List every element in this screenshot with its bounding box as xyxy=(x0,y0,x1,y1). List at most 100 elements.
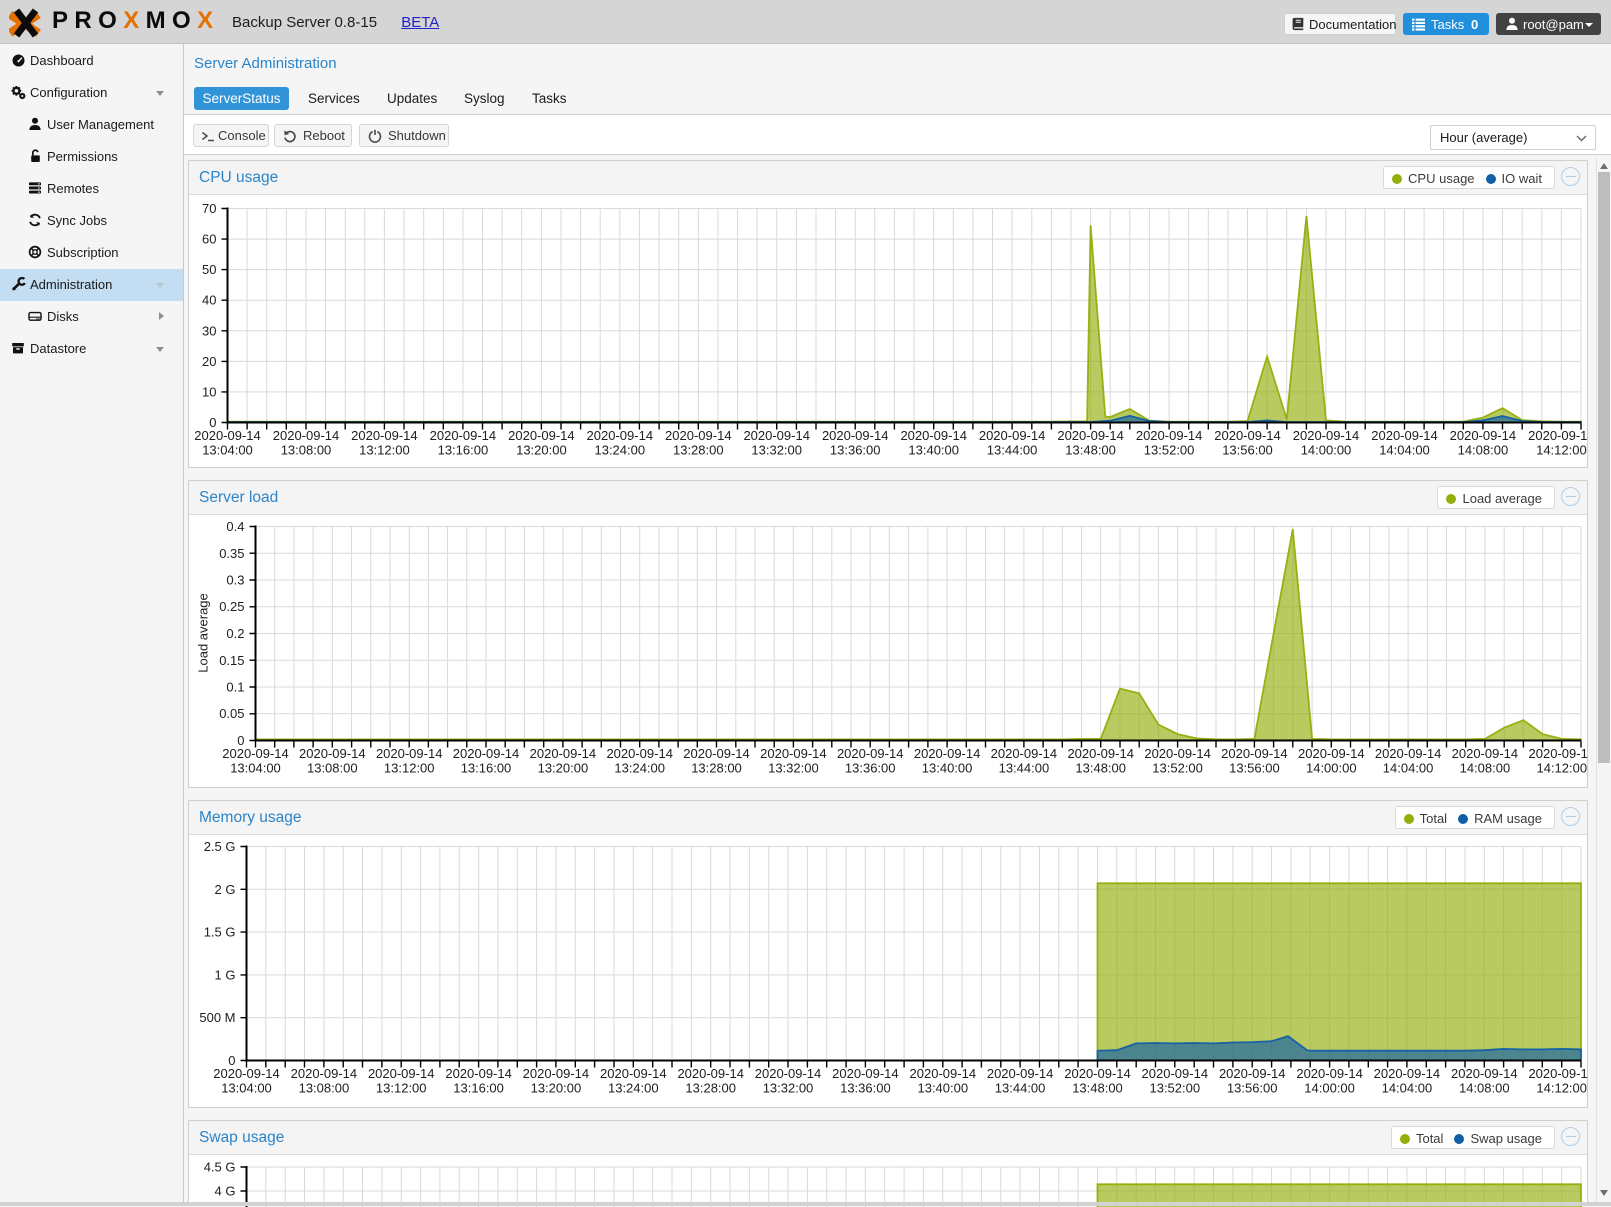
svg-text:2020-09-14: 2020-09-14 xyxy=(1144,746,1211,761)
svg-text:2020-09-14: 2020-09-14 xyxy=(1296,1066,1363,1081)
svg-text:2020-09-14: 2020-09-14 xyxy=(1451,1066,1518,1081)
svg-text:2020-09-14: 2020-09-14 xyxy=(1528,1066,1588,1081)
svg-text:13:44:00: 13:44:00 xyxy=(999,761,1050,776)
svg-text:2020-09-14: 2020-09-14 xyxy=(755,1066,822,1081)
svg-text:13:32:00: 13:32:00 xyxy=(768,761,819,776)
svg-text:13:56:00: 13:56:00 xyxy=(1222,443,1273,458)
svg-text:13:24:00: 13:24:00 xyxy=(608,1081,659,1096)
svg-text:2020-09-14: 2020-09-14 xyxy=(445,1066,512,1081)
svg-text:13:08:00: 13:08:00 xyxy=(299,1081,350,1096)
svg-text:0.35: 0.35 xyxy=(219,546,244,561)
svg-text:0.4: 0.4 xyxy=(226,519,244,534)
svg-text:13:32:00: 13:32:00 xyxy=(763,1081,814,1096)
svg-text:2.5 G: 2.5 G xyxy=(204,839,236,854)
svg-text:14:12:00: 14:12:00 xyxy=(1536,761,1587,776)
svg-text:2020-09-14: 2020-09-14 xyxy=(743,428,810,443)
svg-text:13:56:00: 13:56:00 xyxy=(1227,1081,1278,1096)
svg-text:13:56:00: 13:56:00 xyxy=(1229,761,1280,776)
svg-text:2020-09-14: 2020-09-14 xyxy=(1293,428,1360,443)
svg-text:14:04:00: 14:04:00 xyxy=(1383,761,1434,776)
svg-text:2020-09-14: 2020-09-14 xyxy=(453,746,520,761)
svg-text:70: 70 xyxy=(202,201,216,216)
svg-text:10: 10 xyxy=(202,384,216,399)
svg-text:2020-09-14: 2020-09-14 xyxy=(299,746,366,761)
svg-text:2020-09-14: 2020-09-14 xyxy=(368,1066,435,1081)
svg-text:13:20:00: 13:20:00 xyxy=(538,761,589,776)
svg-text:13:28:00: 13:28:00 xyxy=(691,761,742,776)
svg-text:2020-09-14: 2020-09-14 xyxy=(273,428,340,443)
svg-text:2020-09-14: 2020-09-14 xyxy=(1142,1066,1209,1081)
svg-text:2020-09-14: 2020-09-14 xyxy=(987,1066,1054,1081)
svg-text:13:04:00: 13:04:00 xyxy=(221,1081,272,1096)
svg-text:13:48:00: 13:48:00 xyxy=(1075,761,1126,776)
svg-text:13:52:00: 13:52:00 xyxy=(1144,443,1195,458)
svg-text:13:48:00: 13:48:00 xyxy=(1072,1081,1123,1096)
svg-text:2020-09-14: 2020-09-14 xyxy=(194,428,261,443)
svg-text:2020-09-14: 2020-09-14 xyxy=(213,1066,280,1081)
svg-text:2020-09-14: 2020-09-14 xyxy=(1057,428,1124,443)
svg-text:14:00:00: 14:00:00 xyxy=(1306,761,1357,776)
svg-text:14:04:00: 14:04:00 xyxy=(1382,1081,1433,1096)
svg-text:2020-09-14: 2020-09-14 xyxy=(508,428,575,443)
svg-text:13:12:00: 13:12:00 xyxy=(376,1081,427,1096)
svg-text:13:08:00: 13:08:00 xyxy=(281,443,332,458)
svg-text:2020-09-14: 2020-09-14 xyxy=(1067,746,1134,761)
svg-text:2020-09-14: 2020-09-14 xyxy=(1214,428,1281,443)
svg-text:40: 40 xyxy=(202,293,216,308)
svg-text:13:52:00: 13:52:00 xyxy=(1152,761,1203,776)
svg-text:13:36:00: 13:36:00 xyxy=(830,443,881,458)
svg-text:13:48:00: 13:48:00 xyxy=(1065,443,1116,458)
svg-text:2020-09-14: 2020-09-14 xyxy=(677,1066,744,1081)
svg-text:2020-09-14: 2020-09-14 xyxy=(1375,746,1442,761)
svg-text:13:08:00: 13:08:00 xyxy=(307,761,358,776)
svg-text:2020-09-14: 2020-09-14 xyxy=(914,746,981,761)
svg-text:14:12:00: 14:12:00 xyxy=(1536,1081,1587,1096)
svg-text:2 G: 2 G xyxy=(215,882,236,897)
svg-text:2020-09-14: 2020-09-14 xyxy=(760,746,827,761)
svg-text:13:04:00: 13:04:00 xyxy=(202,443,253,458)
svg-text:2020-09-14: 2020-09-14 xyxy=(910,1066,977,1081)
svg-text:13:24:00: 13:24:00 xyxy=(594,443,645,458)
svg-text:14:00:00: 14:00:00 xyxy=(1304,1081,1355,1096)
svg-text:2020-09-14: 2020-09-14 xyxy=(606,746,673,761)
svg-text:0.05: 0.05 xyxy=(219,706,244,721)
svg-text:13:16:00: 13:16:00 xyxy=(461,761,512,776)
svg-text:14:04:00: 14:04:00 xyxy=(1379,443,1430,458)
svg-text:500 M: 500 M xyxy=(199,1010,235,1025)
svg-text:2020-09-14: 2020-09-14 xyxy=(587,428,654,443)
svg-text:2020-09-14: 2020-09-14 xyxy=(832,1066,899,1081)
svg-text:0.15: 0.15 xyxy=(219,653,244,668)
svg-text:30: 30 xyxy=(202,323,216,338)
svg-text:13:44:00: 13:44:00 xyxy=(995,1081,1046,1096)
svg-text:2020-09-14: 2020-09-14 xyxy=(683,746,750,761)
svg-text:2020-09-14: 2020-09-14 xyxy=(1452,746,1519,761)
svg-text:2020-09-14: 2020-09-14 xyxy=(1064,1066,1131,1081)
svg-text:13:40:00: 13:40:00 xyxy=(922,761,973,776)
svg-text:60: 60 xyxy=(202,232,216,247)
svg-text:13:28:00: 13:28:00 xyxy=(673,443,724,458)
svg-text:2020-09-14: 2020-09-14 xyxy=(530,746,597,761)
svg-text:13:20:00: 13:20:00 xyxy=(516,443,567,458)
svg-text:2020-09-14: 2020-09-14 xyxy=(351,428,418,443)
svg-text:2020-09-14: 2020-09-14 xyxy=(1221,746,1288,761)
svg-text:2020-09-14: 2020-09-14 xyxy=(430,428,497,443)
svg-text:2020-09-14: 2020-09-14 xyxy=(523,1066,590,1081)
svg-text:13:16:00: 13:16:00 xyxy=(453,1081,504,1096)
svg-text:13:20:00: 13:20:00 xyxy=(531,1081,582,1096)
svg-text:2020-09-14: 2020-09-14 xyxy=(376,746,443,761)
svg-text:13:28:00: 13:28:00 xyxy=(685,1081,736,1096)
svg-text:13:36:00: 13:36:00 xyxy=(845,761,896,776)
svg-text:13:32:00: 13:32:00 xyxy=(751,443,802,458)
svg-text:13:04:00: 13:04:00 xyxy=(230,761,281,776)
svg-text:Load average: Load average xyxy=(196,593,211,673)
svg-text:2020-09-14: 2020-09-14 xyxy=(665,428,732,443)
svg-text:0.3: 0.3 xyxy=(226,573,244,588)
svg-text:2020-09-14: 2020-09-14 xyxy=(222,746,289,761)
svg-text:13:40:00: 13:40:00 xyxy=(908,443,959,458)
svg-text:2020-09-14: 2020-09-14 xyxy=(991,746,1058,761)
svg-text:50: 50 xyxy=(202,262,216,277)
svg-text:2020-09-14: 2020-09-14 xyxy=(1529,746,1588,761)
svg-text:0.1: 0.1 xyxy=(226,680,244,695)
svg-text:13:52:00: 13:52:00 xyxy=(1149,1081,1200,1096)
svg-text:2020-09-14: 2020-09-14 xyxy=(1450,428,1517,443)
